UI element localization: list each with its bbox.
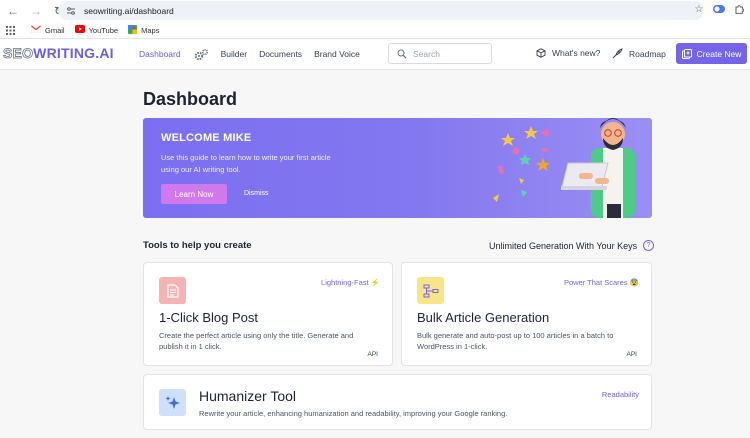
site-settings-icon[interactable] xyxy=(66,6,76,16)
tool-card-bulk-article-generation[interactable]: Power That Scares 😨 Bulk Article Generat… xyxy=(401,262,652,366)
api-badge: API xyxy=(626,351,637,358)
bookmark-star-icon[interactable]: ☆ xyxy=(692,2,706,16)
gears-icon xyxy=(193,48,209,61)
apps-grid-icon[interactable] xyxy=(6,25,15,35)
gmail-icon xyxy=(30,24,42,35)
nav-documents[interactable]: Documents xyxy=(259,49,302,59)
extension-toggle-icon[interactable] xyxy=(712,2,726,16)
tool-card-humanizer-tool[interactable]: Readability Humanizer Tool Rewrite your … xyxy=(143,374,652,430)
sparkles-icon xyxy=(159,389,186,416)
create-new-button[interactable]: Create New xyxy=(676,43,747,64)
banner-title: WELCOME MIKE xyxy=(161,132,252,144)
back-icon[interactable]: ← xyxy=(3,1,23,21)
search-placeholder: Search xyxy=(413,48,440,59)
whats-new-button[interactable]: What's new? xyxy=(536,48,600,58)
bookmark-gmail[interactable]: Gmail xyxy=(30,24,65,35)
flowchart-icon xyxy=(417,277,444,304)
address-bar[interactable]: seowriting.ai/dashboard xyxy=(58,1,704,20)
browser-toolbar: ← → ↻ seowriting.ai/dashboard ☆ xyxy=(0,0,750,22)
learn-now-button[interactable]: Learn Now xyxy=(161,184,227,204)
card-tag: Power That Scares 😨 xyxy=(563,278,639,287)
youtube-icon xyxy=(74,25,85,35)
add-document-icon xyxy=(681,48,692,59)
nav-dashboard[interactable]: Dashboard xyxy=(139,49,181,59)
main-nav: Dashboard Builder Documents Brand Voice xyxy=(139,48,372,61)
extensions-puzzle-icon[interactable] xyxy=(732,2,746,16)
card-title: Bulk Article Generation xyxy=(417,310,550,325)
roadmap-button[interactable]: Roadmap xyxy=(612,48,666,59)
bookmark-maps[interactable]: Maps xyxy=(128,24,160,36)
welcome-illustration xyxy=(493,118,635,218)
bookmarks-bar: Gmail YouTube Maps xyxy=(0,22,750,39)
search-icon xyxy=(397,49,407,58)
logo[interactable]: SEOWRITING.AI xyxy=(3,45,114,62)
roadmap-icon xyxy=(612,48,623,59)
card-description: Create the perfect article using only th… xyxy=(159,331,354,351)
api-badge: API xyxy=(367,351,378,358)
card-description: Bulk generate and auto-post up to 100 ar… xyxy=(417,331,614,351)
nav-brand-voice[interactable]: Brand Voice xyxy=(314,49,360,59)
banner-text: Use this guide to learn how to write you… xyxy=(161,153,331,174)
forward-icon[interactable]: → xyxy=(26,1,46,21)
card-tag: Readability xyxy=(601,390,639,399)
search-input[interactable]: Search xyxy=(388,43,492,64)
page-title: Dashboard xyxy=(143,89,238,109)
box-icon xyxy=(536,48,546,58)
maps-icon xyxy=(128,24,138,36)
unlimited-generation-link[interactable]: Unlimited Generation With Your Keys ? xyxy=(489,240,655,251)
help-icon[interactable]: ? xyxy=(643,240,655,251)
app-header: SEOWRITING.AI Dashboard Builder Document… xyxy=(0,39,750,70)
tools-heading: Tools to help you create xyxy=(143,240,252,251)
card-title: 1-Click Blog Post xyxy=(159,310,258,325)
nav-builder[interactable]: Builder xyxy=(221,49,247,59)
document-icon xyxy=(159,277,186,304)
card-title: Humanizer Tool xyxy=(199,388,297,404)
dismiss-button[interactable]: Dismiss xyxy=(244,190,269,197)
bookmark-youtube[interactable]: YouTube xyxy=(74,25,119,35)
card-tag: Lightning-Fast ⚡ xyxy=(321,278,380,287)
welcome-banner: WELCOME MIKE Use this guide to learn how… xyxy=(143,118,652,218)
bookmark-label: Maps xyxy=(141,25,160,35)
url-text[interactable]: seowriting.ai/dashboard xyxy=(84,6,174,16)
bookmark-label: Gmail xyxy=(45,25,65,35)
bookmark-label: YouTube xyxy=(88,25,119,35)
tool-card-1-click-blog-post[interactable]: Lightning-Fast ⚡ 1-Click Blog Post Creat… xyxy=(143,262,393,366)
card-description: Rewrite your article, enhancing humaniza… xyxy=(199,409,508,418)
